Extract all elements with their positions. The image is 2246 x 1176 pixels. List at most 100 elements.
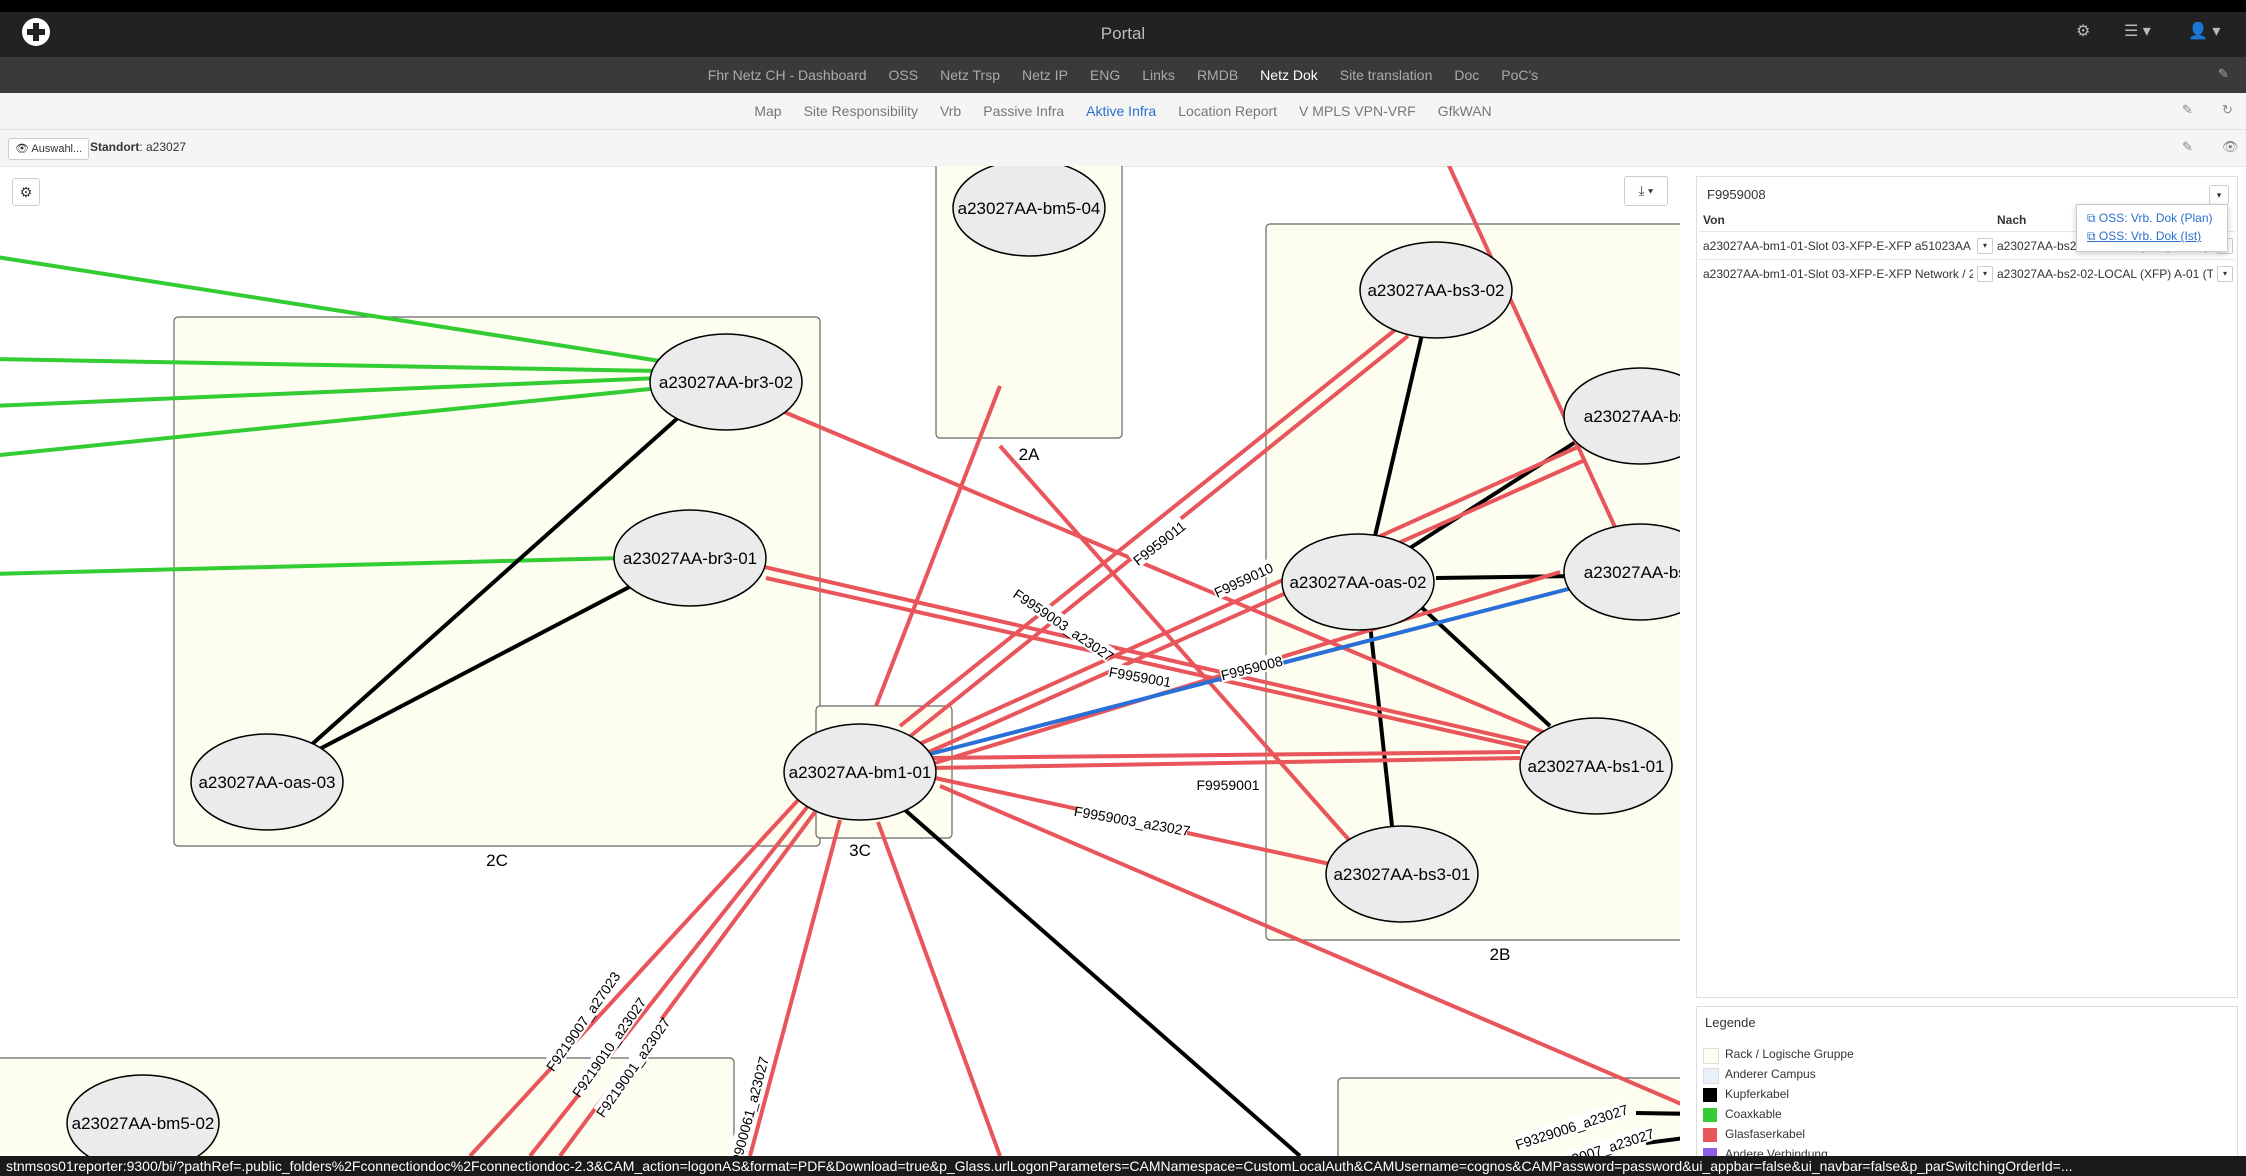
edit-icon[interactable]: ✎ (2182, 102, 2193, 118)
legend-item: Glasfaserkabel (1703, 1125, 2103, 1143)
legend-swatch (1703, 1068, 1719, 1084)
sub-nav-item[interactable]: Location Report (1178, 103, 1277, 119)
main-nav-item[interactable]: Links (1142, 67, 1175, 83)
external-link-icon: ⧉ (2087, 211, 2099, 225)
legend-panel: Legende Rack / Logische Gruppe Anderer C… (1696, 1006, 2238, 1158)
app-title: Portal (1100, 24, 1146, 43)
oss-plan-link[interactable]: ⧉ OSS: Vrb. Dok (Plan) (2087, 211, 2213, 226)
external-link-icon: ⧉ (2087, 229, 2099, 243)
main-nav-item[interactable]: Site translation (1340, 67, 1433, 83)
node-label: a23027AA-br3-02 (659, 373, 793, 392)
edit-icon[interactable]: ✎ (2182, 139, 2193, 155)
legend-label: Coaxkable (1725, 1107, 1782, 1121)
legend-swatch (1703, 1088, 1717, 1102)
row-from: a23027AA-bm1-01-Slot 03-XFP-E-XFP Networ… (1703, 267, 1973, 281)
main-nav-item[interactable]: Fhr Netz CH - Dashboard (708, 67, 867, 83)
node-label: a23027AA-bm1-01 (789, 763, 932, 782)
legend-item: Coaxkable (1703, 1105, 2103, 1123)
list-menu-icon[interactable]: ☰ ▾ (2124, 21, 2151, 41)
edge-label[interactable]: F9959003_a23027 (1073, 803, 1192, 839)
main-nav-item[interactable]: OSS (889, 67, 919, 83)
node-label: a23027AA-oas-02 (1289, 573, 1426, 592)
oss-link-popup: ⧉ OSS: Vrb. Dok (Plan) ⧉ OSS: Vrb. Dok (… (2076, 204, 2228, 252)
main-nav-item[interactable]: Netz IP (1022, 67, 1068, 83)
user-icon[interactable]: 👤 ▾ (2188, 21, 2220, 41)
legend-label: Kupferkabel (1725, 1087, 1790, 1101)
legend-item: Kupferkabel (1703, 1085, 2103, 1103)
oss-ist-link-label: OSS: Vrb. Dok (Ist) (2098, 229, 2202, 243)
sub-nav-item-active[interactable]: Aktive Infra (1086, 103, 1156, 119)
edge-label[interactable]: F9959001 (1196, 777, 1259, 793)
standort-value: : a23027 (139, 140, 187, 154)
sub-nav-item[interactable]: Vrb (940, 103, 961, 119)
group-label-2c: 2C (486, 851, 508, 870)
legend-item: Rack / Logische Gruppe (1703, 1045, 2103, 1064)
gear-icon: ⚙ (19, 184, 33, 200)
panel-dropdown-button[interactable]: ▾ (2209, 185, 2229, 205)
row-from-dropdown[interactable]: ▾ (1977, 238, 1993, 254)
eye-icon: 👁 (15, 143, 29, 155)
node-label: a23027AA-br3-01 (623, 549, 757, 568)
legend-swatch (1703, 1048, 1719, 1064)
oss-plan-link-label: OSS: Vrb. Dok (Plan) (2098, 211, 2213, 225)
node-label: a23027AA-bs3-02 (1367, 281, 1504, 300)
main-nav-item[interactable]: Doc (1454, 67, 1479, 83)
main-nav-item[interactable]: PoC's (1501, 67, 1538, 83)
node-label: a23027AA-bs2 (1584, 563, 1680, 582)
main-nav: Fhr Netz CH - Dashboard OSS Netz Trsp Ne… (0, 57, 2246, 93)
eye-icon[interactable]: 👁 (2222, 139, 2239, 155)
download-button[interactable]: ⤓ ▾ (1624, 176, 1668, 206)
legend-item: Anderer Campus (1703, 1065, 2103, 1084)
row-to: a23027AA-bs2-02-LOCAL (XFP) A-01 (TX) (1997, 267, 2213, 281)
settings-gears-icon[interactable]: ⚙ (2076, 21, 2090, 41)
oss-ist-link[interactable]: ⧉ OSS: Vrb. Dok (Ist) (2087, 229, 2201, 244)
graph-canvas: 2A 2C 3C 2B F9959011 F9959010 F9959003_a… (0, 166, 1680, 1156)
auswahl-label: Auswahl... (31, 143, 83, 155)
column-header-von: Von (1703, 213, 1725, 227)
sub-nav-item[interactable]: GfkWAN (1438, 103, 1492, 119)
group-label-3c: 3C (849, 841, 871, 860)
column-header-nach: Nach (1997, 213, 2027, 227)
table-row[interactable]: a23027AA-bm1-01-Slot 03-XFP-E-XFP Networ… (1699, 259, 2235, 288)
node-label: a23027AA-bs3-01 (1333, 865, 1470, 884)
legend-title: Legende (1705, 1015, 1756, 1030)
connection-title: F9959008 (1707, 187, 1766, 202)
auswahl-button[interactable]: 👁 Auswahl... (8, 138, 90, 160)
graph-settings-button[interactable]: ⚙ (12, 178, 40, 206)
edge-label[interactable]: F9959011 (1130, 518, 1189, 569)
top-stripe (0, 0, 2246, 12)
node-label: a23027AA-bs1-01 (1527, 757, 1664, 776)
row-from-dropdown[interactable]: ▾ (1977, 266, 1993, 282)
main-nav-item[interactable]: Netz Trsp (940, 67, 1000, 83)
node-label: a23027AA-bs2 (1584, 407, 1680, 426)
download-icon: ⤓ ▾ (1638, 183, 1654, 198)
row-from: a23027AA-bm1-01-Slot 03-XFP-E-XFP a51023… (1703, 239, 1971, 253)
row-to-dropdown[interactable]: ▾ (2217, 266, 2233, 282)
sub-nav-item[interactable]: Passive Infra (983, 103, 1064, 119)
node-label: a23027AA-bm5-02 (72, 1114, 215, 1133)
network-graph[interactable]: 2A 2C 3C 2B F9959011 F9959010 F9959003_a… (0, 166, 1680, 1156)
sub-nav-item[interactable]: V MPLS VPN-VRF (1299, 103, 1416, 119)
main-nav-item-active[interactable]: Netz Dok (1260, 67, 1318, 83)
browser-status-url: stnmsos01reporter:9300/bi/?pathRef=.publ… (0, 1156, 2246, 1176)
standort-key: Standort (90, 140, 140, 154)
sub-nav-item[interactable]: Map (754, 103, 781, 119)
refresh-icon[interactable]: ↻ (2222, 102, 2233, 118)
main-nav-item[interactable]: RMDB (1197, 67, 1238, 83)
sub-nav-item[interactable]: Site Responsibility (804, 103, 918, 119)
group-label-2b: 2B (1490, 945, 1511, 964)
legend-swatch (1703, 1128, 1717, 1142)
group-label-2a: 2A (1019, 445, 1040, 464)
edit-icon[interactable]: ✎ (2218, 66, 2229, 82)
legend-label: Anderer Campus (1725, 1067, 1816, 1081)
connection-panel: F9959008 ▾ Von Nach a23027AA-bm1-01-Slot… (1696, 176, 2238, 998)
legend-label: Glasfaserkabel (1725, 1127, 1806, 1141)
legend-label: Rack / Logische Gruppe (1725, 1047, 1854, 1061)
standort-label: Standort: a23027 (90, 140, 186, 154)
node-label: a23027AA-bm5-04 (958, 199, 1101, 218)
legend-swatch (1703, 1108, 1717, 1122)
sub-nav: Map Site Responsibility Vrb Passive Infr… (0, 93, 2246, 130)
node-label: a23027AA-oas-03 (198, 773, 335, 792)
toolbar: 👁 Auswahl... Standort: a23027 ✎ 👁 (0, 130, 2246, 167)
main-nav-item[interactable]: ENG (1090, 67, 1120, 83)
